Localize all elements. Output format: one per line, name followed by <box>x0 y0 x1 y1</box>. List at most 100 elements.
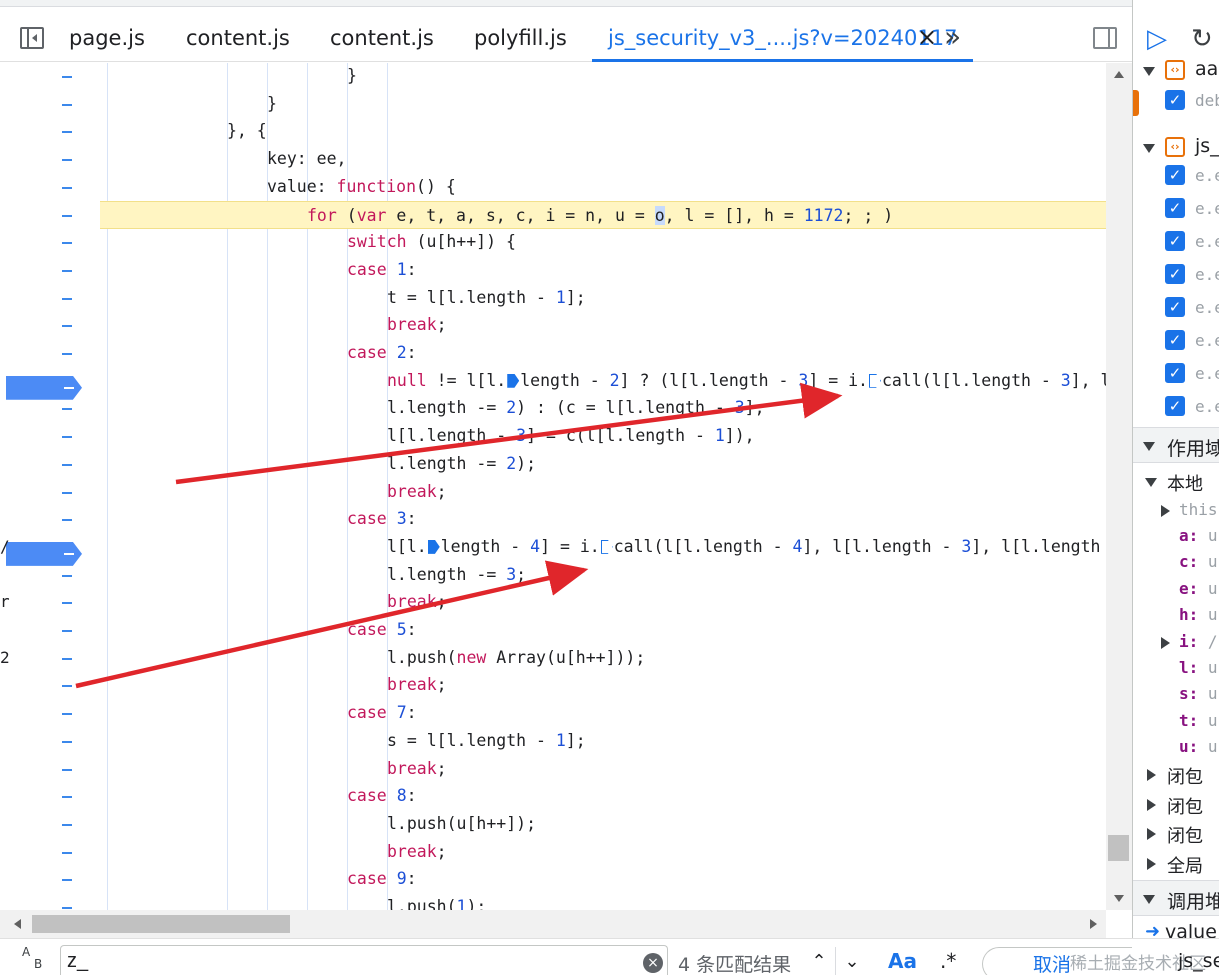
line-marker[interactable] <box>62 408 72 411</box>
scroll-down-icon[interactable] <box>1114 895 1124 902</box>
code-line[interactable]: break; <box>100 755 1106 783</box>
breakpoint-checkbox[interactable]: ✓ <box>1165 90 1185 110</box>
scope-variable[interactable]: c: u <box>1179 552 1218 578</box>
line-marker[interactable] <box>62 103 72 106</box>
breakpoint-checkbox[interactable]: ✓ <box>1165 198 1185 218</box>
breakpoint-marker[interactable] <box>6 375 82 400</box>
next-match-button[interactable]: ⌄ <box>839 949 865 975</box>
breakpoint-file-group[interactable]: ‹› js_ <box>1133 133 1219 163</box>
vertical-scrollbar[interactable] <box>1106 63 1132 910</box>
line-marker[interactable] <box>62 823 72 826</box>
code-line[interactable]: } <box>100 90 1106 118</box>
this-row[interactable]: this <box>1133 499 1219 525</box>
closure-scope[interactable]: 闭包 <box>1133 793 1219 819</box>
line-marker[interactable] <box>62 269 72 272</box>
line-marker[interactable] <box>62 214 72 217</box>
breakpoint-checkbox[interactable]: ✓ <box>1165 231 1185 251</box>
code-line[interactable]: case 5: <box>100 616 1106 644</box>
line-marker[interactable] <box>62 131 72 134</box>
match-case-button[interactable]: Aa <box>888 949 917 973</box>
code-line[interactable]: l.push(1); <box>100 893 1106 910</box>
breakpoint-checkbox[interactable]: ✓ <box>1165 363 1185 383</box>
tab-page-js[interactable]: page.js <box>69 7 145 62</box>
line-marker[interactable] <box>62 907 72 909</box>
code-line[interactable]: break; <box>100 838 1106 866</box>
code-line[interactable]: t = l[l.length - 1]; <box>100 284 1106 312</box>
scope-variable[interactable]: a: u <box>1179 526 1218 552</box>
paused-code-line[interactable]: for (var e, t, a, s, c, i = n, u = o, l … <box>100 200 1106 229</box>
debugger-toggle-icon[interactable] <box>1093 27 1117 49</box>
line-marker[interactable] <box>62 159 72 162</box>
code-line[interactable]: l.length -= 2) : (c = l[l.length - 3], <box>100 394 1106 422</box>
horizontal-scrollbar[interactable] <box>0 910 1106 938</box>
scope-variable[interactable]: i: / <box>1161 632 1218 658</box>
closure-scope[interactable]: 闭包 <box>1133 763 1219 789</box>
code-line[interactable]: case 3: <box>100 505 1106 533</box>
code-line[interactable]: switch (u[h++]) { <box>100 228 1106 256</box>
line-marker[interactable] <box>62 76 72 78</box>
scroll-left-icon[interactable] <box>14 919 21 929</box>
line-marker[interactable] <box>62 491 72 494</box>
tab-content-js-2[interactable]: content.js <box>330 7 434 62</box>
line-marker[interactable] <box>62 851 72 854</box>
breakpoint-file-group[interactable]: ‹› aa7 <box>1133 56 1219 86</box>
code-line[interactable]: case 1: <box>100 256 1106 284</box>
line-marker[interactable] <box>62 297 72 300</box>
callstack-section-header[interactable]: 调用堆 <box>1133 880 1219 916</box>
line-marker[interactable] <box>62 436 72 439</box>
code-line[interactable]: l[l.length - 3] = c(l[l.length - 1]), <box>100 422 1106 450</box>
code-editor[interactable]: }}}, {key: ee, value: function() {for (va… <box>100 63 1106 910</box>
code-line[interactable]: l[l. length - 4] = i. call(l[l.length - 4]… <box>100 533 1106 561</box>
line-marker[interactable] <box>62 713 72 716</box>
code-line[interactable]: } <box>100 63 1106 90</box>
line-marker[interactable] <box>62 242 72 245</box>
clear-search-icon[interactable]: × <box>643 953 663 973</box>
scope-variable[interactable]: s: u <box>1179 684 1218 710</box>
breakpoint-checkbox[interactable]: ✓ <box>1165 264 1185 284</box>
line-marker[interactable] <box>62 519 72 522</box>
line-marker[interactable] <box>62 796 72 799</box>
vertical-scroll-thumb[interactable] <box>1108 835 1129 861</box>
scope-variable[interactable]: u: u <box>1179 737 1218 763</box>
replace-toggle-icon[interactable]: AB <box>22 945 50 973</box>
code-line[interactable]: value: function() { <box>100 173 1106 201</box>
code-line[interactable]: l.push(new Array(u[h++])); <box>100 644 1106 672</box>
code-line[interactable]: key: ee, <box>100 145 1106 173</box>
scroll-up-icon[interactable] <box>1114 71 1124 78</box>
code-line[interactable]: case 8: <box>100 782 1106 810</box>
line-marker[interactable] <box>62 685 72 688</box>
inline-breakpoint-inactive-icon[interactable] <box>868 373 881 388</box>
local-scope[interactable]: 本地 <box>1133 470 1219 496</box>
code-line[interactable]: null != l[l. length - 2] ? (l[l.length - … <box>100 367 1106 395</box>
regex-button[interactable]: .* <box>940 949 956 973</box>
more-tabs-icon[interactable]: » <box>944 23 972 51</box>
horizontal-scroll-thumb[interactable] <box>32 915 290 933</box>
resume-icon[interactable]: ▷ <box>1147 24 1167 54</box>
breakpoint-checkbox[interactable]: ✓ <box>1165 165 1185 185</box>
line-marker[interactable] <box>62 602 72 605</box>
code-line[interactable]: l.length -= 3; <box>100 561 1106 589</box>
step-over-icon[interactable]: ↻ <box>1191 24 1213 54</box>
inline-breakpoint-active-icon[interactable] <box>427 539 440 554</box>
code-line[interactable]: l.length -= 2); <box>100 450 1106 478</box>
line-gutter[interactable]: / r 2 <box>0 63 100 910</box>
code-line[interactable]: break; <box>100 588 1106 616</box>
close-icon[interactable]: × <box>915 25 939 49</box>
line-marker[interactable] <box>62 353 72 355</box>
line-marker[interactable] <box>62 879 72 882</box>
line-marker[interactable] <box>62 325 72 328</box>
breakpoint-checkbox[interactable]: ✓ <box>1165 330 1185 350</box>
line-marker[interactable] <box>62 740 72 743</box>
scope-section-header[interactable]: 作用域 <box>1133 427 1219 463</box>
tab-content-js[interactable]: content.js <box>186 7 290 62</box>
breakpoint-checkbox[interactable]: ✓ <box>1165 396 1185 416</box>
line-marker[interactable] <box>62 463 72 466</box>
tab-polyfill-js[interactable]: polyfill.js <box>474 7 567 62</box>
line-marker[interactable] <box>62 630 72 632</box>
scope-variable[interactable]: h: u <box>1179 605 1218 631</box>
code-line[interactable]: }, { <box>100 117 1106 145</box>
code-line[interactable]: s = l[l.length - 1]; <box>100 727 1106 755</box>
callstack-frame[interactable]: ➜ value <box>1133 921 1219 938</box>
line-marker[interactable] <box>62 657 72 660</box>
breakpoint-checkbox[interactable]: ✓ <box>1165 297 1185 317</box>
